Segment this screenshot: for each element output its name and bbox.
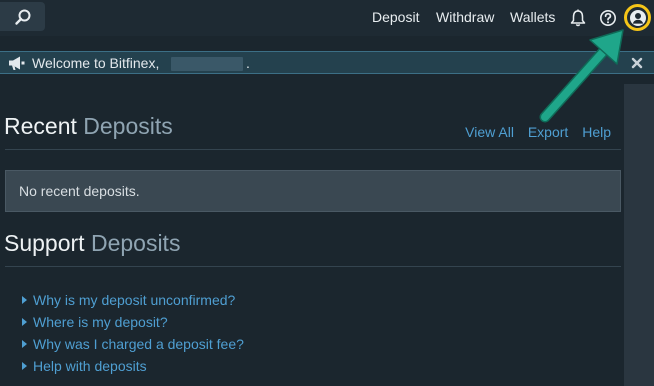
faq-item[interactable]: Help with deposits <box>22 355 244 377</box>
close-icon <box>631 57 643 69</box>
caret-right-icon <box>22 362 27 370</box>
heading-strong: Recent <box>4 113 77 139</box>
faq-item[interactable]: Why is my deposit unconfirmed? <box>22 289 244 311</box>
faq-link[interactable]: Why is my deposit unconfirmed? <box>33 292 235 308</box>
heading-strong: Support <box>4 230 85 256</box>
export-link[interactable]: Export <box>528 124 568 140</box>
nav-withdraw[interactable]: Withdraw <box>436 9 494 25</box>
heading-light: Deposits <box>83 113 173 139</box>
account-icon <box>629 9 646 26</box>
help-button[interactable] <box>598 8 618 28</box>
account-button[interactable] <box>624 4 651 31</box>
support-deposits-heading: Support Deposits <box>4 230 180 257</box>
welcome-suffix: . <box>246 55 250 71</box>
view-all-link[interactable]: View All <box>465 124 514 140</box>
recent-deposits-heading: Recent Deposits <box>4 113 173 140</box>
page: Deposit Withdraw Wallets Welcome to Bitf… <box>0 0 654 386</box>
divider <box>5 149 621 150</box>
help-link[interactable]: Help <box>582 124 611 140</box>
faq-link[interactable]: Why was I charged a deposit fee? <box>33 336 244 352</box>
nav-deposit[interactable]: Deposit <box>372 9 419 25</box>
recent-deposits-empty-state: No recent deposits. <box>5 170 621 212</box>
faq-link[interactable]: Help with deposits <box>33 358 147 374</box>
help-circle-icon <box>600 10 616 26</box>
faq-link[interactable]: Where is my deposit? <box>33 314 168 330</box>
notifications-button[interactable] <box>568 8 588 28</box>
welcome-banner: Welcome to Bitfinex, . <box>0 51 654 74</box>
heading-light: Deposits <box>90 230 181 256</box>
caret-right-icon <box>22 340 27 348</box>
megaphone-icon <box>9 56 25 70</box>
faq-item[interactable]: Why was I charged a deposit fee? <box>22 333 244 355</box>
caret-right-icon <box>22 296 27 304</box>
redacted-username <box>171 57 243 71</box>
dismiss-banner-button[interactable] <box>630 56 644 70</box>
nav-wallets[interactable]: Wallets <box>510 9 555 25</box>
support-faq-list: Why is my deposit unconfirmed? Where is … <box>22 289 244 377</box>
faq-item[interactable]: Where is my deposit? <box>22 311 244 333</box>
empty-message: No recent deposits. <box>19 183 140 199</box>
recent-deposits-actions: View All Export Help <box>455 124 611 140</box>
bell-icon <box>570 9 586 27</box>
top-navbar: Deposit Withdraw Wallets <box>0 0 654 36</box>
welcome-text: Welcome to Bitfinex, <box>32 55 160 71</box>
search-icon <box>14 9 30 25</box>
divider <box>5 266 621 267</box>
search-button[interactable] <box>0 2 45 31</box>
caret-right-icon <box>22 318 27 326</box>
side-rail <box>624 84 654 386</box>
